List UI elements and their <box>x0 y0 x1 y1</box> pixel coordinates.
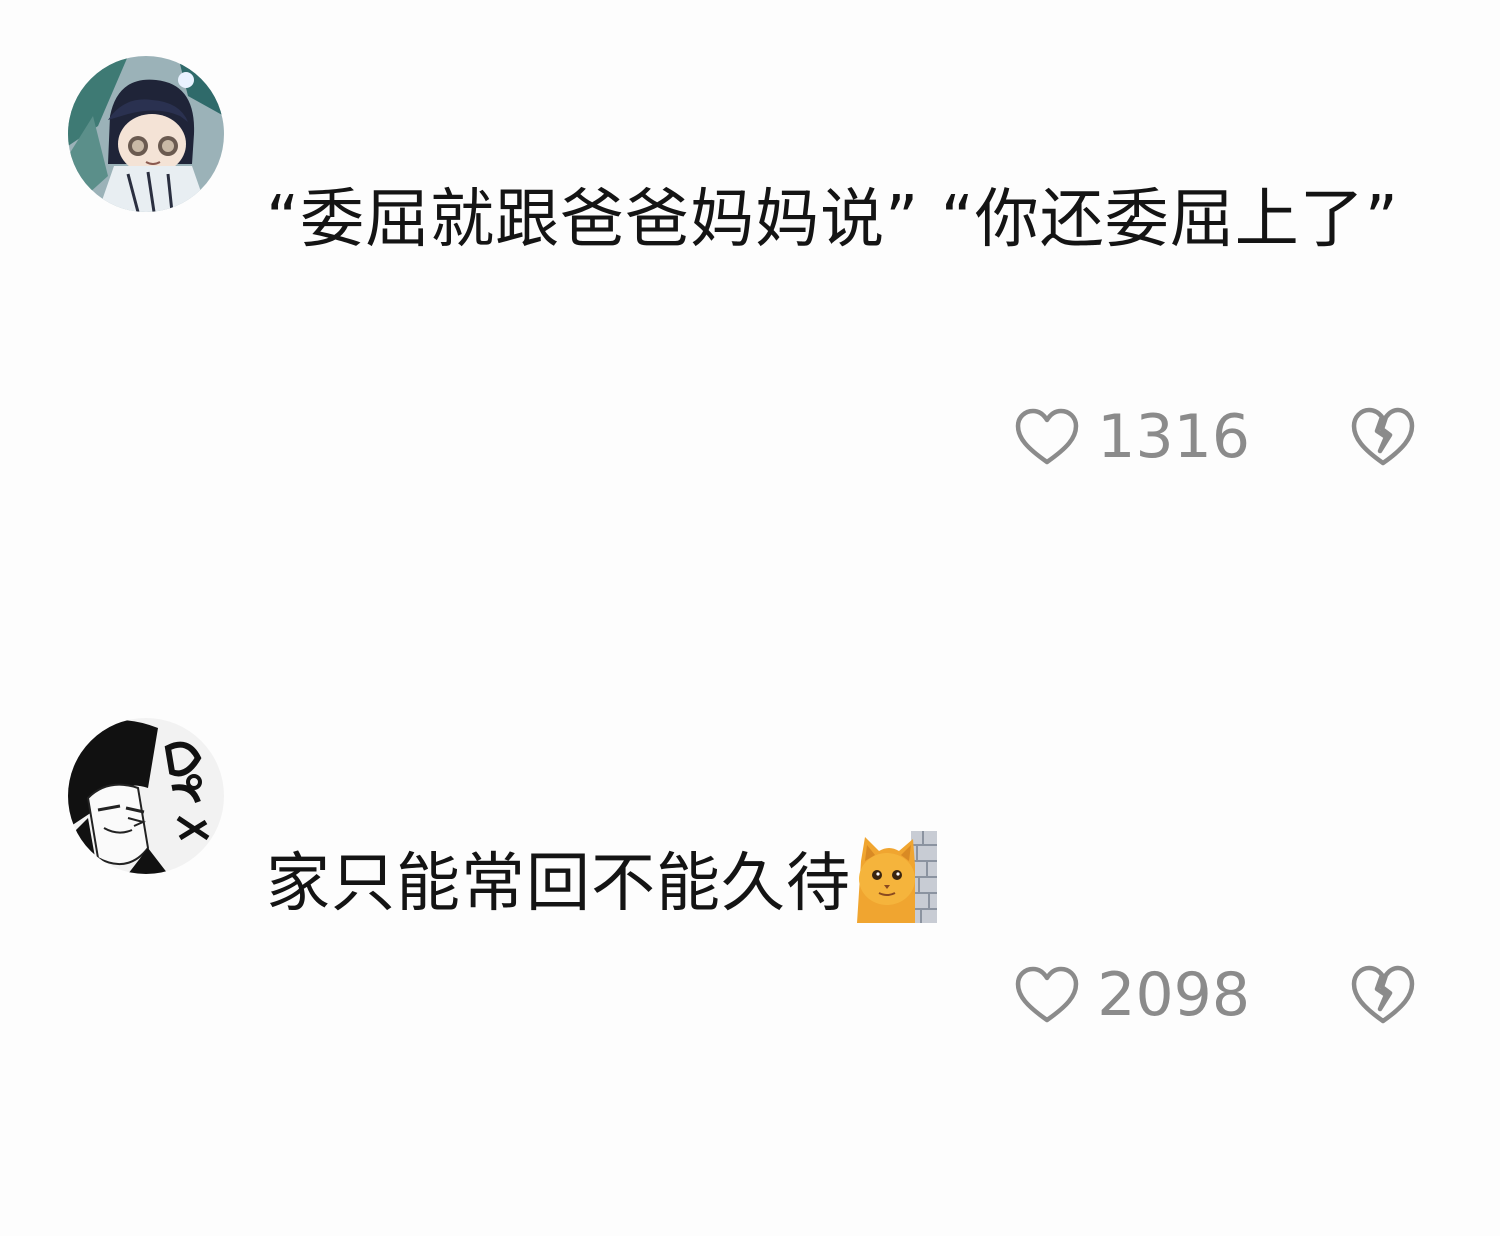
dislike-button[interactable] <box>1350 963 1416 1027</box>
broken-heart-icon <box>1351 965 1415 1024</box>
like-button[interactable]: 1316 <box>1013 402 1250 472</box>
manga-avatar-icon <box>68 718 224 874</box>
comment-text: 家只能常回不能久待 <box>266 828 1416 940</box>
dislike-button[interactable] <box>1350 405 1416 469</box>
cat-peeking-wall-emoji <box>855 831 939 923</box>
anime-avatar-icon <box>68 56 224 212</box>
heart-icon <box>1016 408 1079 465</box>
like-button[interactable]: 2098 <box>1013 960 1250 1030</box>
comment-text: “委屈就跟爸爸妈妈说” “你还委屈上了” <box>266 183 1399 257</box>
broken-heart-icon <box>1351 407 1415 466</box>
like-count: 2098 <box>1097 960 1250 1030</box>
avatar[interactable] <box>68 56 224 212</box>
comment-actions: 1316 <box>1013 402 1416 472</box>
like-count: 1316 <box>1097 402 1250 472</box>
comment-actions: 2098 <box>1013 960 1416 1030</box>
heart-icon <box>1016 966 1079 1023</box>
avatar[interactable] <box>68 718 224 874</box>
comment-text-content: 家只能常回不能久待 <box>266 847 851 921</box>
